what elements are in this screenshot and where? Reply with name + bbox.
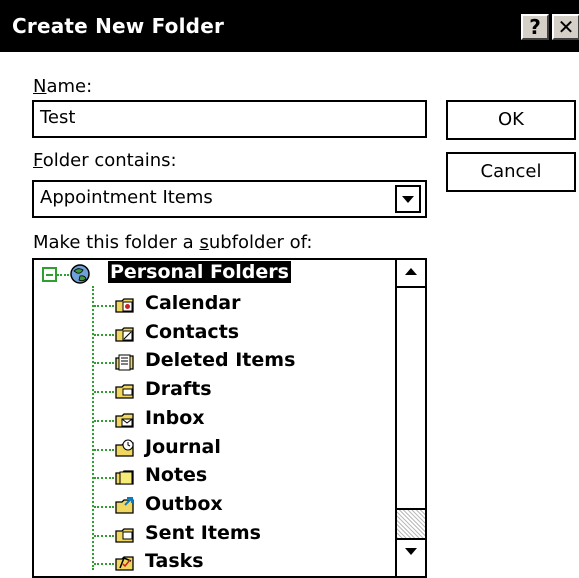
tree-trunk-line [92,286,94,570]
tree-connector [94,305,114,307]
folder-contains-value: Appointment Items [40,187,213,208]
folder-tree[interactable]: Personal Folders Calendar Contacts Deleted… [32,258,427,578]
tree-connector [94,505,114,508]
inbox-icon [115,413,134,428]
journal-icon [115,439,134,457]
tasks-icon [115,556,134,571]
tree-connector [94,362,114,365]
tree-connector [94,391,114,394]
help-icon: ? [529,15,541,39]
tree-connector [94,448,114,451]
tree-item-inbox[interactable]: Inbox [145,407,205,429]
tree-item-contacts[interactable]: Contacts [145,321,239,343]
chevron-down-icon [402,196,414,203]
tree-item-drafts[interactable]: Drafts [145,378,212,400]
folder-contains-label: Folder contains: [33,150,177,171]
tree-connector [94,477,114,480]
notes-icon [115,470,134,485]
tree-item-journal[interactable]: Journal [145,436,221,458]
tree-connector [94,419,114,422]
tree-item-notes[interactable]: Notes [145,464,207,486]
contacts-icon [115,327,134,342]
calendar-icon [115,298,134,313]
name-input-value: Test [40,107,76,128]
drafts-icon [115,384,134,399]
tree-connector [94,333,114,336]
tree-item-tasks[interactable]: Tasks [145,550,204,572]
subfolder-label: Make this folder a subfolder of: [33,232,313,253]
tree-item-personal-folders[interactable]: Personal Folders [108,261,291,283]
deleted-items-icon [115,354,134,371]
scroll-down-icon [405,548,417,555]
sent-items-icon [115,527,134,543]
scroll-thumb[interactable] [397,288,425,510]
tree-item-sent-items[interactable]: Sent Items [145,522,261,544]
tree-item-deleted-items[interactable]: Deleted Items [145,349,295,371]
tree-connector [94,563,114,566]
folder-contains-select[interactable]: Appointment Items [32,180,427,218]
ok-button[interactable]: OK [446,100,576,140]
create-new-folder-dialog: Create New Folder ? ✕ Name: Test Folder … [0,0,579,578]
scroll-up-icon [405,268,417,275]
personal-folders-icon [70,264,90,284]
collapse-toggle-icon[interactable] [42,267,57,282]
name-label: Name: [33,76,93,97]
dropdown-button[interactable] [395,185,421,213]
tree-connector [57,274,69,276]
tree-item-outbox[interactable]: Outbox [145,493,223,515]
scroll-track[interactable] [397,510,425,538]
help-button[interactable]: ? [521,14,549,40]
tree-scrollbar[interactable] [395,260,425,576]
tree-item-calendar[interactable]: Calendar [145,292,240,314]
tree-connector [94,534,114,537]
outbox-icon [115,496,134,514]
dialog-title: Create New Folder [12,14,225,38]
close-button[interactable]: ✕ [552,14,579,40]
title-bar[interactable]: Create New Folder ? ✕ [0,0,579,52]
close-icon: ✕ [557,15,575,39]
cancel-button[interactable]: Cancel [446,152,576,192]
name-input[interactable]: Test [32,100,427,138]
scroll-up-button[interactable] [397,260,425,288]
